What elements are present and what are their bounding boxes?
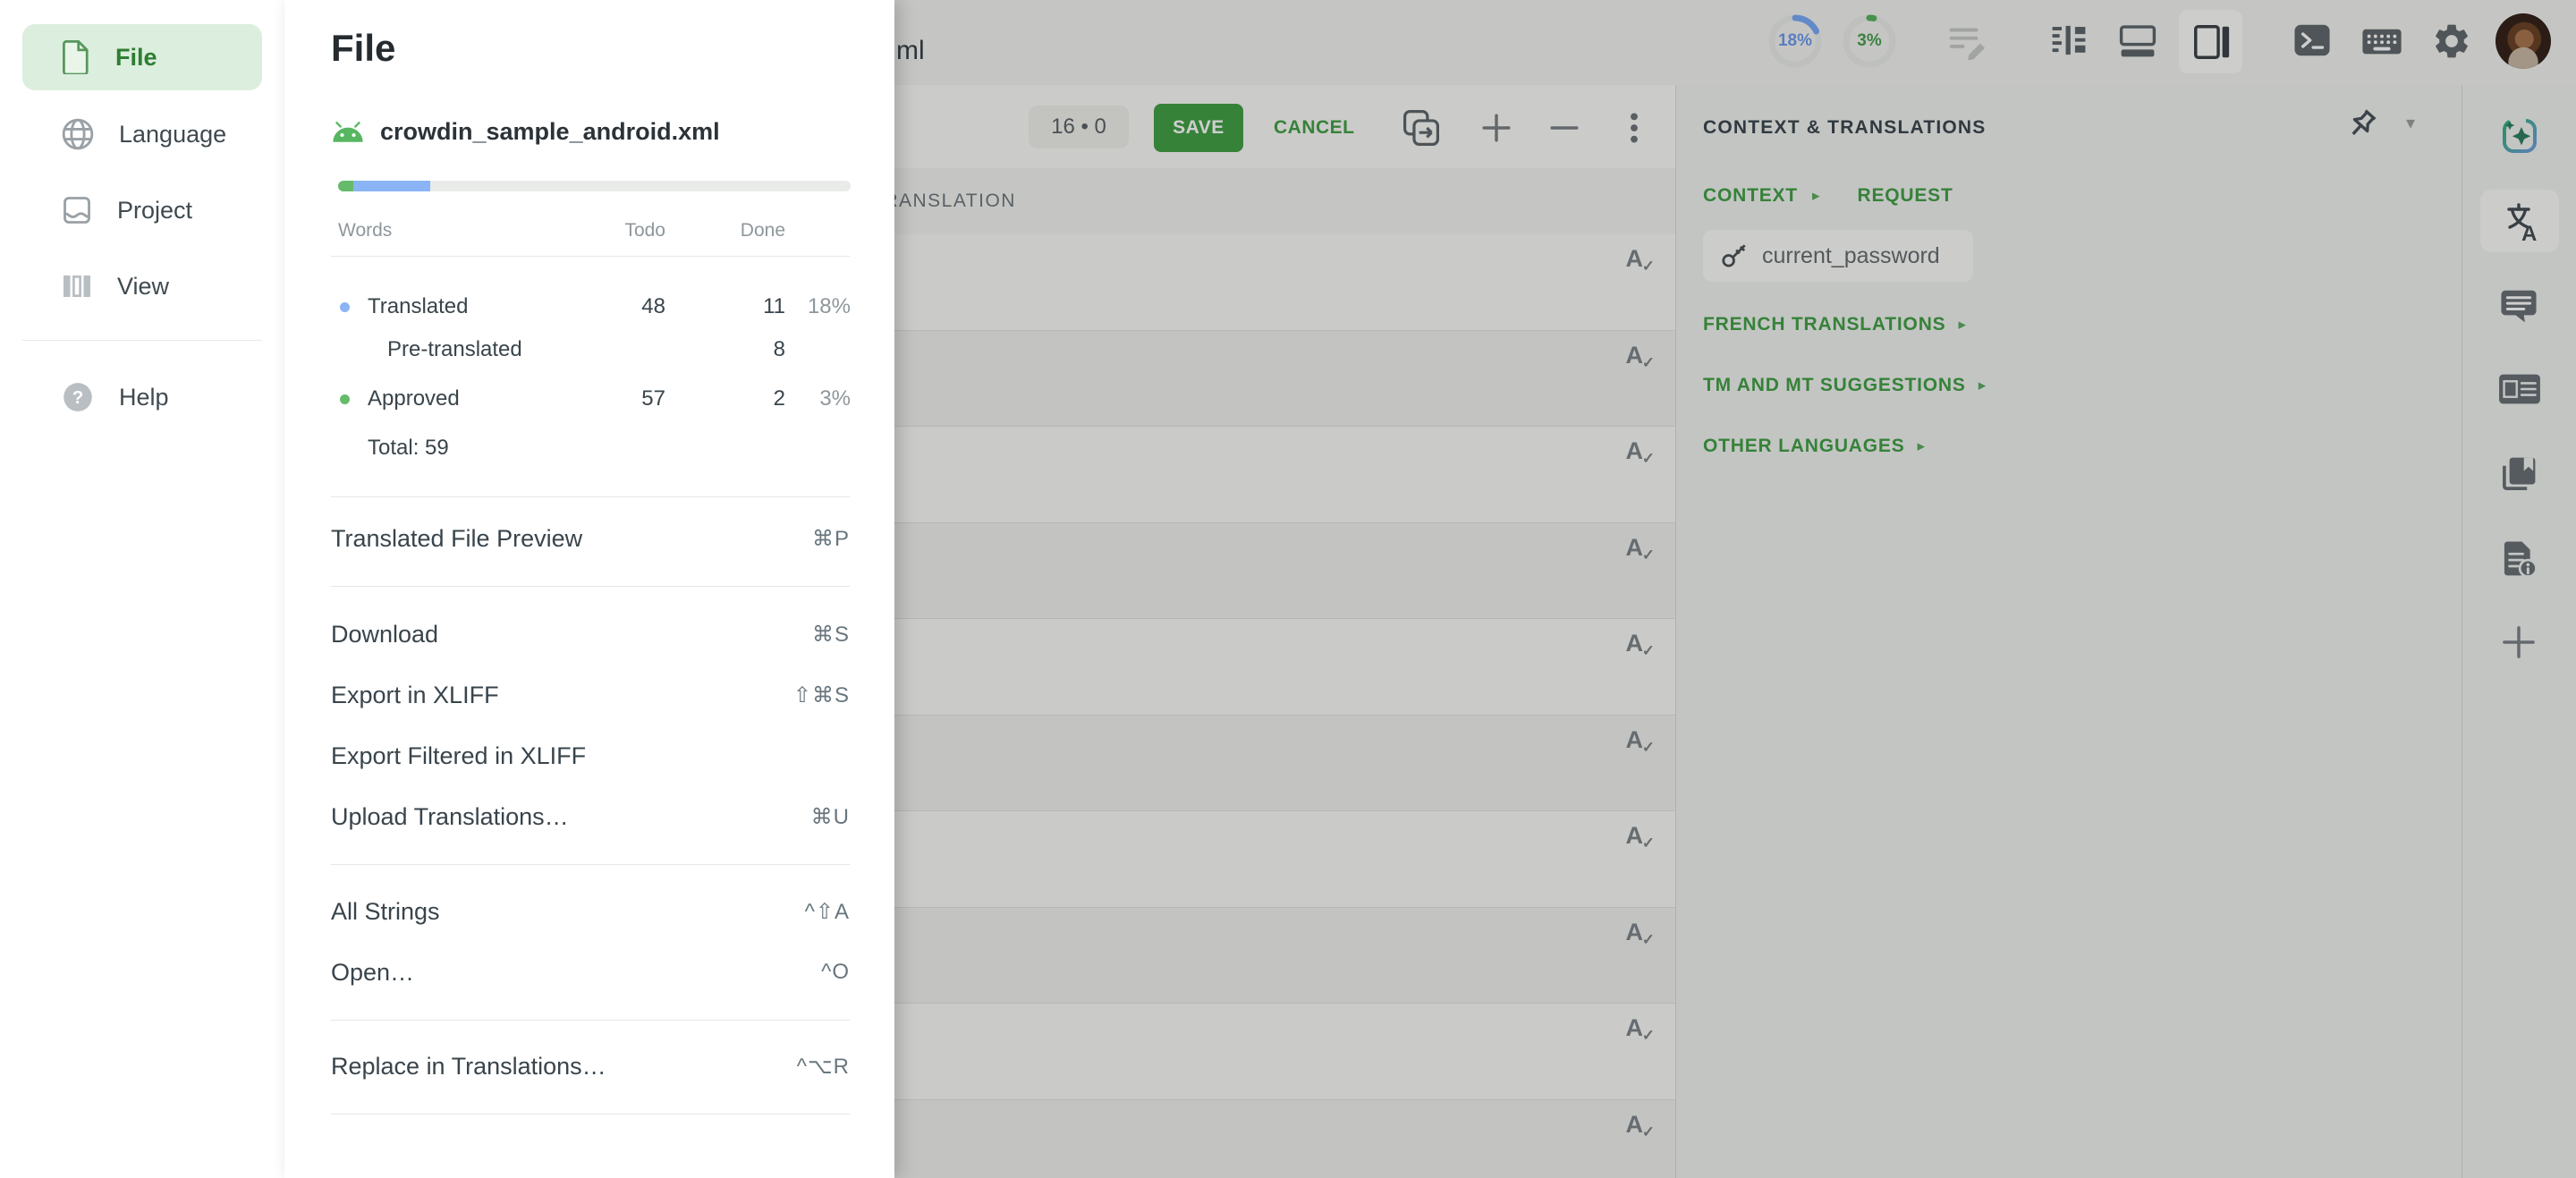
sidebar-item-label: View <box>117 273 169 301</box>
menu-divider <box>331 864 850 865</box>
menu-divider <box>331 496 850 497</box>
stats-divider <box>331 256 850 257</box>
main-menu-sidebar: File Language Project View ? Help <box>0 0 285 1178</box>
sidebar-item-help[interactable]: ? Help <box>22 364 262 430</box>
crowdin-editor: ml 18% 3% <box>0 0 2576 1178</box>
stats-total: Total: 59 <box>368 436 449 461</box>
menu-label: Download <box>331 621 438 648</box>
current-file-row[interactable]: crowdin_sample_android.xml <box>331 118 720 146</box>
stat-label: Approved <box>368 386 460 411</box>
menu-shortcut: ^O <box>821 960 850 985</box>
menu-item-translated-file-preview[interactable]: Translated File Preview ⌘P <box>331 518 850 559</box>
sidebar-item-view[interactable]: View <box>22 253 262 319</box>
file-menu-panel: File crowdin_sample_android.xml Words To… <box>284 0 894 1178</box>
svg-text:?: ? <box>72 387 84 408</box>
menu-item-export-xliff[interactable]: Export in XLIFF ⇧⌘S <box>331 674 850 716</box>
menu-item-upload-translations[interactable]: Upload Translations… ⌘U <box>331 796 850 837</box>
menu-label: All Strings <box>331 898 440 926</box>
stat-label: Translated <box>368 294 469 319</box>
menu-label: Open… <box>331 959 414 987</box>
sidebar-item-label: Project <box>117 197 192 225</box>
progress-approved <box>338 181 353 191</box>
file-menu-title: File <box>331 27 395 70</box>
menu-shortcut: ^⇧A <box>805 899 850 925</box>
menu-shortcut: ⌘S <box>812 622 850 648</box>
stats-col-todo: Todo <box>624 220 665 242</box>
menu-label: Translated File Preview <box>331 525 582 553</box>
stats-col-words: Words <box>338 220 392 242</box>
view-columns-icon <box>61 270 93 302</box>
stat-todo: 57 <box>641 386 665 411</box>
menu-item-download[interactable]: Download ⌘S <box>331 614 850 655</box>
stat-row-pretranslated: Pre-translated 8 <box>284 331 894 369</box>
progress-translated <box>353 181 430 191</box>
sidebar-item-label: File <box>115 44 157 72</box>
stat-todo: 48 <box>641 294 665 319</box>
menu-label: Export Filtered in XLIFF <box>331 742 586 770</box>
stat-pct: 3% <box>819 386 851 411</box>
project-icon <box>61 194 93 226</box>
stat-done: 8 <box>774 337 785 362</box>
stat-done: 11 <box>763 294 785 319</box>
menu-label: Upload Translations… <box>331 803 569 831</box>
sidebar-item-project[interactable]: Project <box>22 177 262 243</box>
globe-icon <box>61 117 95 151</box>
sidebar-item-file[interactable]: File <box>22 24 262 90</box>
current-file-name: crowdin_sample_android.xml <box>380 118 720 146</box>
menu-item-replace-in-translations[interactable]: Replace in Translations… ^⌥R <box>331 1046 850 1087</box>
menu-shortcut: ⌘U <box>811 804 850 830</box>
android-file-icon <box>331 122 365 143</box>
approved-dot-icon <box>340 394 350 404</box>
file-progress-bar <box>338 181 851 191</box>
menu-label: Replace in Translations… <box>331 1053 606 1081</box>
menu-shortcut: ^⌥R <box>797 1054 850 1080</box>
menu-divider <box>331 586 850 587</box>
menu-shortcut: ⌘P <box>812 526 850 552</box>
file-icon <box>61 40 91 74</box>
stat-done: 2 <box>774 386 785 411</box>
modal-scrim[interactable] <box>894 0 2576 1178</box>
menu-item-export-filtered-xliff[interactable]: Export Filtered in XLIFF <box>331 735 850 776</box>
menu-divider <box>331 1020 850 1021</box>
stat-pct: 18% <box>808 294 851 319</box>
menu-item-open[interactable]: Open… ^O <box>331 952 850 993</box>
sidebar-item-label: Help <box>119 384 169 411</box>
stats-col-done: Done <box>741 220 785 242</box>
stat-row-translated: Translated 48 11 18% <box>284 288 894 326</box>
sidebar-item-language[interactable]: Language <box>22 101 262 167</box>
translated-dot-icon <box>340 302 350 312</box>
stat-row-approved: Approved 57 2 3% <box>284 380 894 418</box>
menu-label: Export in XLIFF <box>331 682 499 709</box>
help-icon: ? <box>61 380 95 414</box>
sidebar-divider <box>22 340 262 341</box>
menu-shortcut: ⇧⌘S <box>793 682 850 708</box>
menu-item-all-strings[interactable]: All Strings ^⇧A <box>331 891 850 932</box>
sidebar-item-label: Language <box>119 121 226 148</box>
stat-label: Pre-translated <box>387 337 522 362</box>
